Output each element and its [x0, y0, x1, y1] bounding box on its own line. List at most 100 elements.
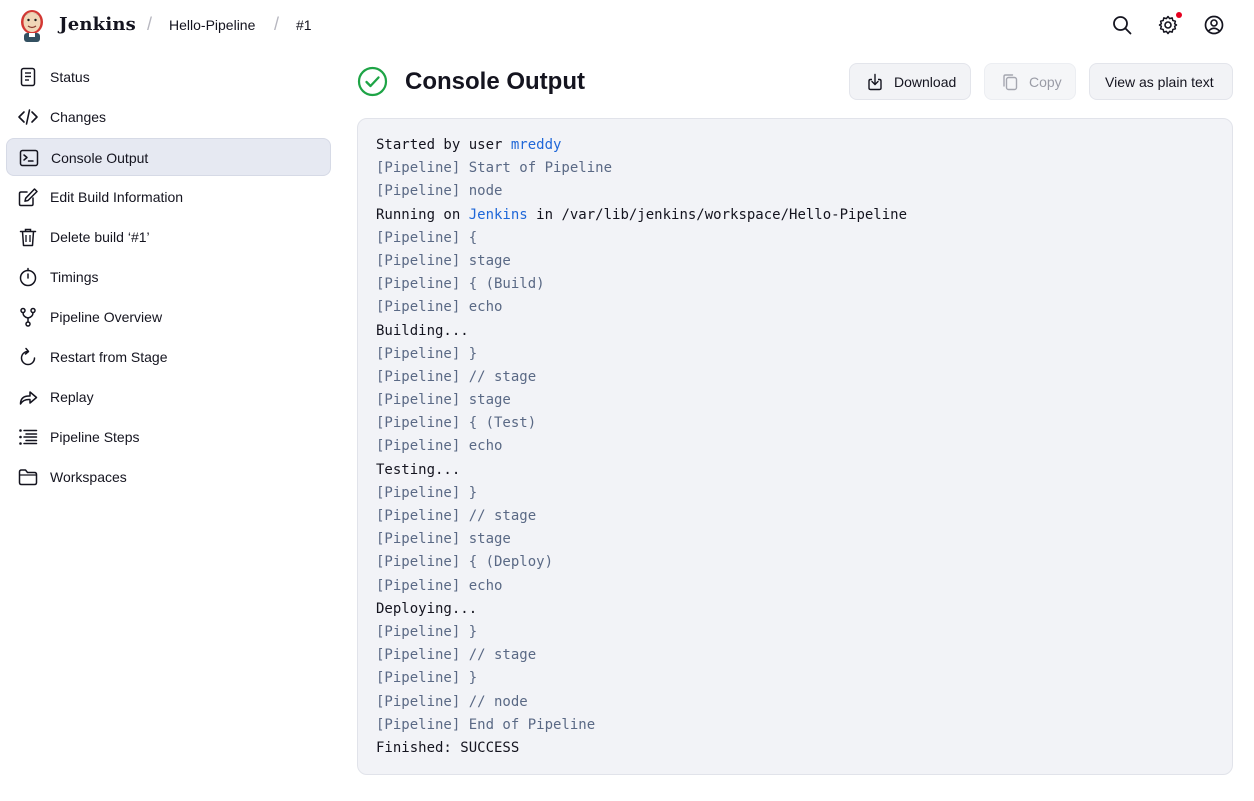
console-text: [Pipeline] // stage	[376, 368, 537, 385]
console-line: [Pipeline] { (Test)	[376, 412, 1214, 435]
console-text: [Pipeline] stage	[376, 392, 511, 409]
console-text: [Pipeline] stage	[376, 531, 511, 548]
breadcrumb-build[interactable]: #1	[296, 17, 312, 33]
download-button-label: Download	[894, 73, 957, 90]
view-plain-text-button[interactable]: View as plain text	[1089, 63, 1233, 100]
brand-name[interactable]: Jenkins	[59, 14, 136, 35]
sidebar-item-console-output[interactable]: Console Output	[6, 138, 331, 176]
sidebar-item-pipeline-overview[interactable]: Pipeline Overview	[6, 298, 331, 336]
replay-icon	[19, 391, 38, 405]
steps-icon	[19, 429, 38, 445]
console-text: Deploying...	[376, 600, 478, 617]
breadcrumb-job[interactable]: Hello-Pipeline	[169, 17, 255, 33]
timer-icon	[19, 267, 37, 287]
sidebar-item-changes[interactable]: Changes	[6, 98, 331, 136]
edit-icon	[18, 188, 38, 207]
copy-icon	[1003, 73, 1018, 90]
console-line: [Pipeline] {	[376, 227, 1214, 250]
sidebar-item-label: Changes	[50, 109, 107, 125]
console-line: Deploying...	[376, 598, 1214, 621]
console-line: [Pipeline] stage	[376, 528, 1214, 551]
console-text: [Pipeline] // node	[376, 693, 528, 710]
console-line: [Pipeline] { (Deploy)	[376, 551, 1214, 574]
sidebar-item-label: Replay	[50, 389, 94, 405]
console-line: [Pipeline] // stage	[376, 644, 1214, 667]
console-text: [Pipeline] { (Deploy)	[376, 554, 554, 571]
console-text: [Pipeline] { (Test)	[376, 415, 537, 432]
settings-icon[interactable]	[1157, 14, 1179, 36]
console-text: [Pipeline] Start of Pipeline	[376, 160, 613, 177]
console-line: [Pipeline] End of Pipeline	[376, 714, 1214, 737]
console-line: [Pipeline] // stage	[376, 366, 1214, 389]
console-line: [Pipeline] }	[376, 667, 1214, 690]
page-title: Console Output	[405, 68, 585, 95]
sidebar-item-timings[interactable]: Timings	[6, 258, 331, 296]
sidebar-item-replay[interactable]: Replay	[6, 378, 331, 416]
console-text: [Pipeline] node	[376, 183, 503, 200]
console-line: Testing...	[376, 459, 1214, 482]
branch-icon	[20, 307, 36, 327]
console-line: [Pipeline] node	[376, 180, 1214, 203]
console-text: [Pipeline] // stage	[376, 508, 537, 524]
top-header: Jenkins / Hello-Pipeline / #1	[0, 0, 1254, 52]
console-line: [Pipeline] stage	[376, 250, 1214, 273]
console-line: Finished: SUCCESS	[376, 737, 1214, 760]
console-text: Running on	[376, 206, 469, 223]
console-text: [Pipeline] { (Build)	[376, 276, 545, 293]
console-link[interactable]: mreddy	[511, 137, 562, 153]
code-icon	[18, 109, 38, 125]
sidebar-item-label: Console Output	[51, 150, 149, 166]
console-line: Started by user mreddy	[376, 134, 1214, 157]
console-line: [Pipeline] // node	[376, 691, 1214, 714]
console-text: [Pipeline] }	[376, 623, 478, 640]
console-text: [Pipeline] {	[376, 229, 478, 246]
console-line: [Pipeline] // stage	[376, 505, 1214, 528]
console-line: Running on Jenkins in /var/lib/jenkins/w…	[376, 204, 1214, 227]
sidebar: Status Changes Console Output Edit Build…	[6, 58, 331, 498]
sidebar-item-label: Delete build ‘#1’	[50, 229, 150, 245]
sidebar-item-label: Edit Build Information	[50, 189, 184, 205]
sidebar-item-delete-build[interactable]: Delete build ‘#1’	[6, 218, 331, 256]
search-icon[interactable]	[1111, 14, 1133, 36]
trash-icon	[19, 228, 37, 247]
jenkins-logo-icon[interactable]	[18, 8, 46, 42]
restart-icon	[20, 347, 36, 366]
console-text: in /var/lib/jenkins/workspace/Hello-Pipe…	[527, 206, 908, 223]
console-line: [Pipeline] }	[376, 621, 1214, 644]
terminal-icon	[19, 149, 39, 167]
download-button[interactable]: Download	[849, 63, 971, 100]
sidebar-item-restart-from-stage[interactable]: Restart from Stage	[6, 338, 331, 376]
sidebar-item-label: Workspaces	[50, 469, 127, 485]
document-icon	[20, 67, 36, 87]
sidebar-item-label: Status	[50, 69, 90, 85]
sidebar-item-label: Timings	[50, 269, 99, 285]
download-icon	[868, 73, 882, 90]
sidebar-item-pipeline-steps[interactable]: Pipeline Steps	[6, 418, 331, 456]
copy-button-label: Copy	[1029, 73, 1062, 90]
console-text: [Pipeline] echo	[376, 438, 503, 455]
view-plain-text-button-label: View as plain text	[1105, 73, 1214, 90]
sidebar-item-edit-build-information[interactable]: Edit Build Information	[6, 178, 331, 216]
sidebar-item-label: Restart from Stage	[50, 349, 168, 365]
sidebar-item-workspaces[interactable]: Workspaces	[6, 458, 331, 496]
sidebar-item-label: Pipeline Steps	[50, 429, 140, 445]
user-icon[interactable]	[1203, 14, 1225, 36]
folder-icon	[18, 469, 38, 486]
console-line: [Pipeline] stage	[376, 389, 1214, 412]
copy-button[interactable]: Copy	[984, 63, 1076, 100]
console-text: Testing...	[376, 461, 461, 478]
console-text: [Pipeline] echo	[376, 299, 503, 316]
console-text: [Pipeline] }	[376, 670, 478, 687]
console-line: [Pipeline] }	[376, 482, 1214, 505]
console-text: [Pipeline] }	[376, 484, 478, 501]
console-text: [Pipeline] echo	[376, 577, 503, 594]
console-line: [Pipeline] echo	[376, 435, 1214, 458]
console-line: [Pipeline] }	[376, 343, 1214, 366]
breadcrumb-separator: /	[274, 14, 280, 34]
console-text: Finished: SUCCESS	[376, 739, 520, 756]
console-line: [Pipeline] { (Build)	[376, 273, 1214, 296]
console-link[interactable]: Jenkins	[469, 207, 528, 223]
console-text: Building...	[376, 322, 469, 339]
console-line: Building...	[376, 320, 1214, 343]
sidebar-item-status[interactable]: Status	[6, 58, 331, 96]
